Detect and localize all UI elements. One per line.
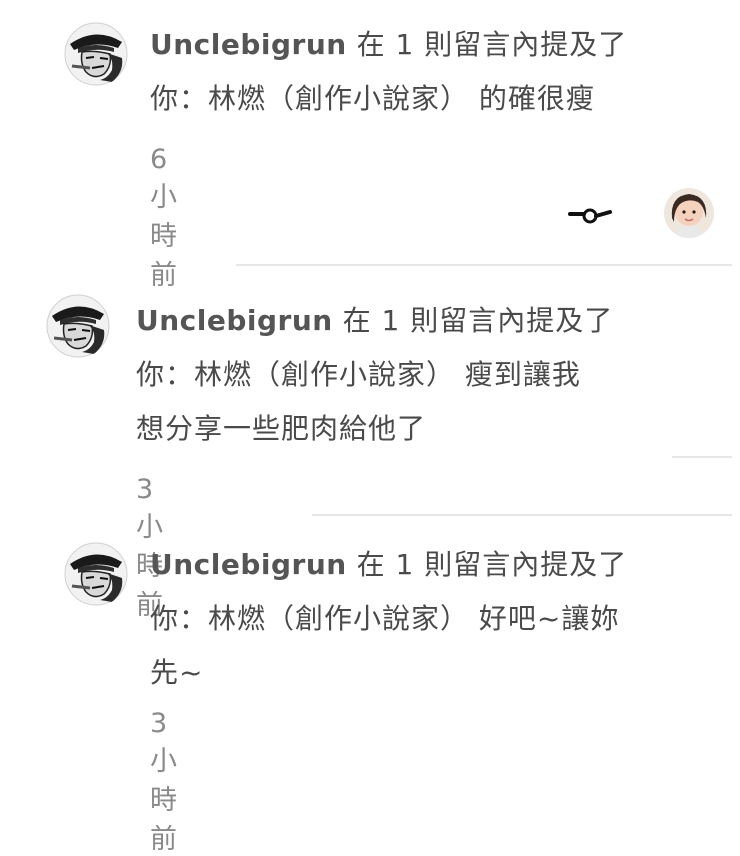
- message-first-line: Unclebigrun 在 1 則留言內提及了: [136, 294, 706, 348]
- timestamp: 6 小時前: [150, 144, 178, 291]
- username[interactable]: Unclebigrun: [150, 28, 347, 61]
- message-text: 你：林燃（創作小說家） 的確很瘦: [150, 82, 595, 115]
- man-with-hat-icon: [64, 22, 128, 86]
- message-text: 你：林燃（創作小說家） 瘦到讓我: [136, 358, 581, 391]
- avatar[interactable]: [64, 22, 128, 86]
- notification-message: Unclebigrun 在 1 則留言內提及了 你：林燃（創作小說家） 的確很瘦: [150, 18, 710, 126]
- smirk-face-icon: [566, 204, 614, 228]
- man-with-hat-icon: [64, 542, 128, 606]
- username[interactable]: Unclebigrun: [150, 548, 347, 581]
- notification-message: Unclebigrun 在 1 則留言內提及了 你：林燃（創作小說家） 瘦到讓我…: [136, 294, 706, 456]
- mention-text: 在 1 則留言內提及了: [346, 548, 628, 581]
- divider: [236, 264, 732, 266]
- message-first-line: Unclebigrun 在 1 則留言內提及了: [150, 538, 710, 592]
- reactor-avatar[interactable]: [664, 188, 714, 238]
- mention-text: 在 1 則留言內提及了: [346, 28, 628, 61]
- timestamp: 3 小時前: [150, 708, 178, 855]
- mention-text: 在 1 則留言內提及了: [332, 304, 614, 337]
- divider: [672, 456, 732, 458]
- notification-message: Unclebigrun 在 1 則留言內提及了 你：林燃（創作小說家） 好吧~讓…: [150, 538, 710, 700]
- message-first-line: Unclebigrun 在 1 則留言內提及了: [150, 18, 710, 72]
- username[interactable]: Unclebigrun: [136, 304, 333, 337]
- divider: [312, 514, 732, 516]
- avatar[interactable]: [64, 542, 128, 606]
- message-text: 你：林燃（創作小說家） 好吧~讓妳: [150, 602, 620, 635]
- man-with-hat-icon: [46, 294, 110, 358]
- message-text-continued: 先~: [150, 656, 204, 689]
- avatar[interactable]: [46, 294, 110, 358]
- woman-photo-icon: [664, 188, 714, 238]
- message-text-continued: 想分享一些肥肉給他了: [136, 412, 427, 445]
